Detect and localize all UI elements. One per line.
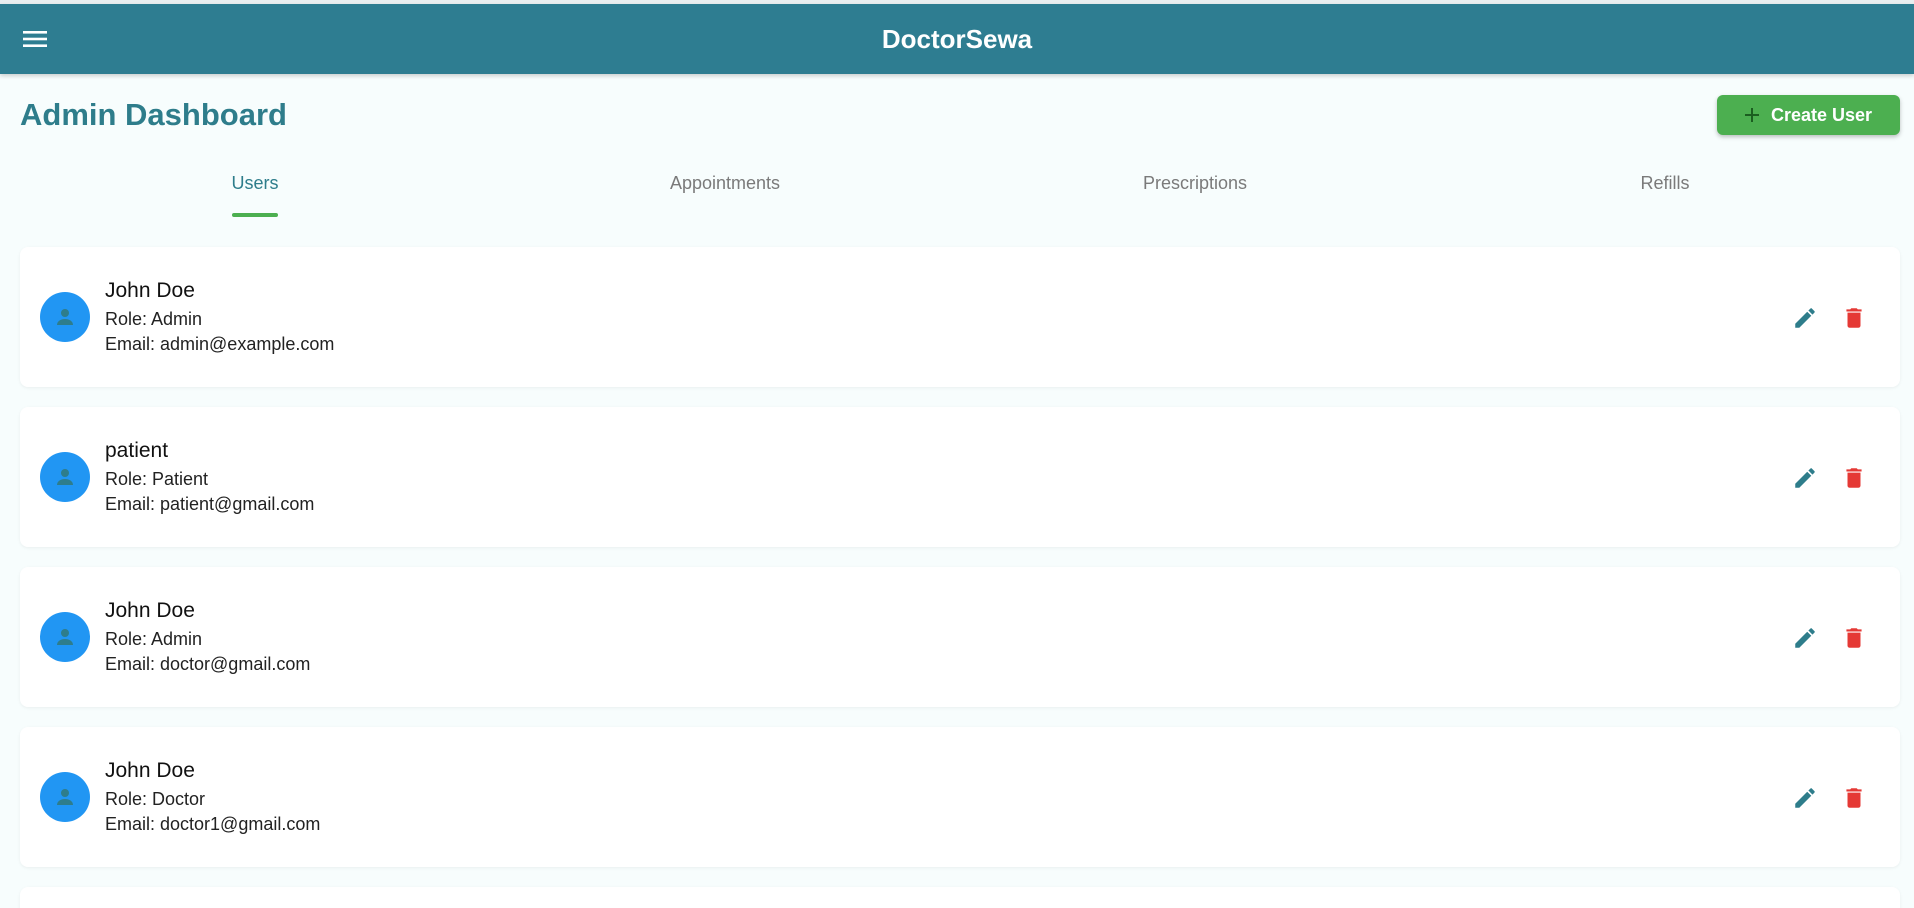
tab-label: Users	[231, 172, 279, 193]
user-email: Email: doctor1@gmail.com	[105, 814, 321, 834]
user-card: patient Role: Patient Email: patient@gma…	[20, 407, 1900, 547]
user-card: John Doe Role: Admin Email: doctor@gmail…	[20, 567, 1900, 707]
plus-icon	[1744, 108, 1759, 122]
delete-user-button[interactable]	[1838, 462, 1870, 494]
tab-prescriptions[interactable]: Prescriptions	[960, 158, 1430, 220]
user-name: patient	[105, 439, 169, 462]
tab-bar: Users Appointments Prescriptions Refills	[20, 158, 1900, 220]
user-name: John Doe	[105, 599, 195, 622]
edit-user-button[interactable]	[1789, 462, 1821, 494]
trash-icon	[1846, 308, 1862, 328]
trash-icon	[1846, 628, 1862, 648]
tab-label: Prescriptions	[1142, 172, 1248, 193]
user-name: John Doe	[105, 759, 195, 782]
tab-label: Refills	[1640, 172, 1690, 193]
user-card: John Doe Role: Admin Email: admin@exampl…	[20, 247, 1900, 387]
page-title: Admin Dashboard	[20, 97, 287, 132]
pencil-icon	[1795, 628, 1815, 648]
tab-refills[interactable]: Refills	[1430, 158, 1900, 220]
pencil-icon	[1795, 468, 1815, 488]
delete-user-button[interactable]	[1838, 782, 1870, 814]
user-role: Role: Admin	[105, 309, 203, 329]
person-icon	[57, 309, 73, 325]
app-title: DoctorSewa	[881, 23, 1033, 54]
menu-icon	[23, 31, 47, 47]
user-role: Role: Doctor	[105, 789, 206, 809]
edit-user-button[interactable]	[1789, 782, 1821, 814]
tab-users[interactable]: Users	[20, 158, 490, 220]
user-card: John Doe Role: Doctor Email: doctor1@gma…	[20, 727, 1900, 867]
avatar	[40, 612, 90, 662]
app-bar: DoctorSewa	[0, 4, 1914, 74]
user-email: Email: doctor@gmail.com	[105, 654, 311, 674]
person-icon	[57, 789, 73, 805]
menu-button[interactable]	[17, 26, 53, 52]
active-tab-indicator	[232, 213, 278, 217]
pencil-icon	[1795, 308, 1815, 328]
avatar	[40, 772, 90, 822]
tab-label: Appointments	[669, 172, 781, 193]
avatar	[40, 292, 90, 342]
person-icon	[57, 469, 73, 485]
user-role: Role: Admin	[105, 629, 203, 649]
user-email: Email: patient@gmail.com	[105, 494, 315, 514]
user-role: Role: Patient	[105, 469, 209, 489]
user-name: John Doe	[105, 279, 195, 302]
pencil-icon	[1795, 788, 1815, 808]
delete-user-button[interactable]	[1838, 622, 1870, 654]
trash-icon	[1846, 468, 1862, 488]
edit-user-button[interactable]	[1789, 622, 1821, 654]
create-user-button[interactable]: Create User	[1717, 95, 1900, 135]
user-card-partial	[20, 887, 1900, 908]
trash-icon	[1846, 788, 1862, 808]
user-email: Email: admin@example.com	[105, 334, 335, 354]
delete-user-button[interactable]	[1838, 302, 1870, 334]
edit-user-button[interactable]	[1789, 302, 1821, 334]
create-user-label: Create User	[1770, 104, 1873, 125]
person-icon	[57, 629, 73, 645]
tab-appointments[interactable]: Appointments	[490, 158, 960, 220]
avatar	[40, 452, 90, 502]
